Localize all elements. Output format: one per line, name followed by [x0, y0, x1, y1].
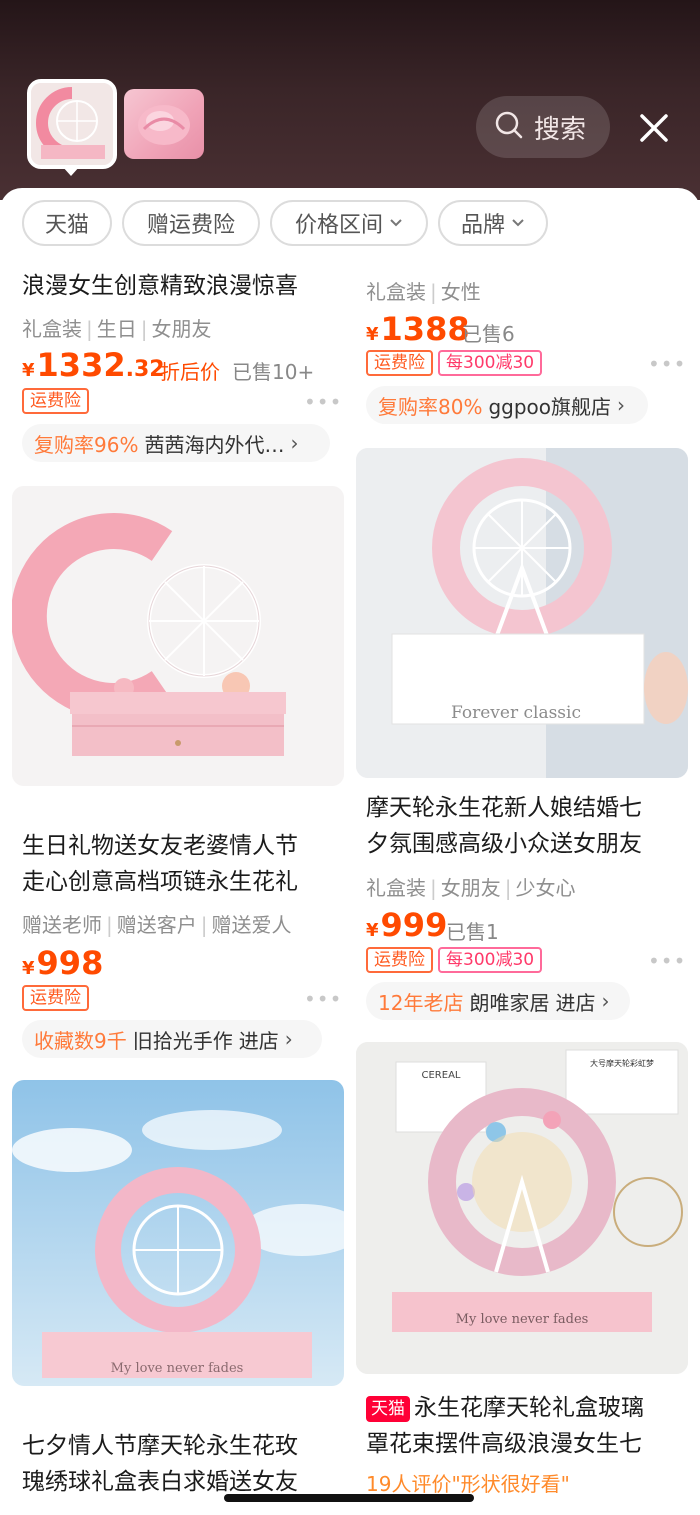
product-title[interactable]: 七夕情人节摩天轮永生花玫 瑰绣球礼盒表白求婚送女友	[22, 1428, 298, 1500]
product-price: ¥1388	[366, 310, 470, 348]
product-title[interactable]: 生日礼物送女友老婆情人节 走心创意高档项链永生花礼	[22, 828, 298, 900]
image-text: Forever classic	[451, 703, 581, 723]
price-decimal: .32	[125, 357, 165, 382]
shop-name: 茜茜海内外代…	[144, 432, 285, 457]
shipping-insurance-badge: 运费险	[366, 350, 433, 376]
sold-count: 已售1	[446, 920, 499, 944]
image-sign: CEREAL	[422, 1070, 461, 1081]
tag: 女性	[440, 280, 481, 304]
product-title[interactable]: 天猫 永生花摩天轮礼盒玻璃 罩花束摆件高级浪漫女生七	[366, 1390, 644, 1462]
filter-chip-label: 价格区间	[294, 213, 383, 238]
chevron-right-icon: ›	[284, 1027, 293, 1051]
product-tags: 礼盒装 | 女性	[366, 280, 481, 304]
filter-chip-tmall[interactable]: 天猫	[22, 200, 112, 246]
filter-chip-label: 品牌	[460, 213, 505, 238]
more-options-icon[interactable]: •••	[304, 987, 342, 1011]
product-price: ¥999	[366, 906, 448, 944]
image-text: My love never fades	[456, 1312, 589, 1327]
thumbnail-pointer	[62, 166, 80, 176]
sold-count: 已售10+	[232, 360, 315, 384]
search-button[interactable]: 搜索	[476, 96, 610, 158]
price-integer: 1388	[380, 310, 470, 348]
chevron-down-icon	[512, 219, 524, 227]
tag: 女朋友	[151, 317, 212, 341]
price-integer: 998	[36, 944, 104, 982]
shop-name: 朗唯家居	[469, 990, 550, 1015]
filter-bar: 天猫 赠运费险 价格区间 品牌	[0, 200, 700, 248]
shop-highlight: 12年老店	[378, 990, 464, 1015]
product-tags: 赠送老师 | 赠送客户 | 赠送爱人	[22, 913, 292, 937]
tmall-badge: 天猫	[366, 1395, 410, 1422]
product-tags: 礼盒装 | 女朋友 | 少女心	[366, 876, 576, 900]
title-line: 走心创意高档项链永生花礼	[22, 869, 298, 895]
tag: 女朋友	[440, 876, 501, 900]
title-line: 夕氛围感高级小众送女朋友	[366, 831, 642, 857]
chevron-right-icon: ›	[290, 431, 299, 455]
close-button[interactable]	[632, 106, 676, 150]
shop-highlight: 复购率80%	[378, 394, 483, 419]
title-line: 永生花摩天轮礼盒玻璃	[414, 1395, 644, 1421]
product-tags: 礼盒装 | 生日 | 女朋友	[22, 317, 212, 341]
price-integer: 1332	[36, 346, 126, 384]
tag: 赠送老师	[22, 913, 102, 937]
home-indicator	[224, 1494, 474, 1502]
review-summary: 19人评价"形状很好看"	[366, 1472, 570, 1496]
more-options-icon[interactable]: •••	[648, 352, 686, 376]
shipping-insurance-badge: 运费险	[22, 388, 89, 414]
title-line: 七夕情人节摩天轮永生花玫	[22, 1433, 298, 1459]
tag: 礼盒装	[22, 317, 82, 341]
search-label: 搜索	[534, 114, 587, 145]
tag: 赠送爱人	[211, 913, 292, 937]
filter-chip-label: 赠运费险	[146, 213, 235, 238]
coupon-badge: 每300减30	[438, 947, 543, 973]
product-image[interactable]: CEREAL 大号摩天轮彩虹梦 My love never fades	[356, 1042, 688, 1374]
search-icon	[494, 110, 524, 144]
shipping-insurance-badge: 运费险	[22, 985, 89, 1011]
product-title[interactable]: 浪漫女生创意精致浪漫惊喜	[22, 268, 298, 304]
title-line: 生日礼物送女友老婆情人节	[22, 833, 298, 859]
product-price: ¥998	[22, 944, 104, 982]
more-options-icon[interactable]: •••	[648, 949, 686, 973]
chevron-right-icon: ›	[601, 989, 610, 1013]
shop-highlight: 复购率96%	[34, 432, 139, 457]
filter-chip-brand[interactable]: 品牌	[438, 200, 548, 246]
shop-name: ggpoo旗舰店	[488, 394, 612, 419]
alternate-image-thumbnail[interactable]	[124, 89, 204, 159]
shop-link[interactable]: 12年老店 朗唯家居 进店 ›	[366, 982, 630, 1020]
filter-chip-shipping-insurance[interactable]: 赠运费险	[122, 200, 260, 246]
shipping-insurance-badge: 运费险	[366, 947, 433, 973]
product-image[interactable]: My love never fades	[12, 1080, 344, 1386]
close-icon	[640, 114, 668, 142]
product-image[interactable]	[12, 486, 344, 786]
selected-image-thumbnail[interactable]	[27, 79, 117, 169]
title-line: 摩天轮永生花新人娘结婚七	[366, 795, 642, 821]
shop-highlight: 收藏数9千	[34, 1028, 127, 1053]
filter-chip-price-range[interactable]: 价格区间	[270, 200, 428, 246]
shop-link[interactable]: 复购率96% 茜茜海内外代… ›	[22, 424, 330, 462]
chevron-right-icon: ›	[617, 393, 626, 417]
title-line: 罩花束摆件高级浪漫女生七	[366, 1431, 642, 1457]
image-card-title: 大号摩天轮彩虹梦	[590, 1058, 654, 1068]
tag: 生日	[96, 317, 137, 341]
tag: 少女心	[515, 876, 576, 900]
shop-link[interactable]: 复购率80% ggpoo旗舰店 ›	[366, 386, 648, 424]
more-options-icon[interactable]: •••	[304, 390, 342, 414]
coupon-badge: 每300减30	[438, 350, 543, 376]
tag: 礼盒装	[366, 876, 426, 900]
enter-shop-label: 进店	[238, 1028, 279, 1053]
shop-name: 旧拾光手作	[132, 1028, 233, 1053]
filter-chip-label: 天猫	[44, 213, 89, 238]
enter-shop-label: 进店	[555, 990, 596, 1015]
tag: 礼盒装	[366, 280, 426, 304]
product-image[interactable]: Forever classic	[356, 448, 688, 778]
chevron-down-icon	[390, 219, 402, 227]
price-integer: 999	[380, 906, 448, 944]
product-title[interactable]: 摩天轮永生花新人娘结婚七 夕氛围感高级小众送女朋友	[366, 790, 642, 862]
price-note: 折后价	[160, 360, 220, 384]
sold-count: 已售6	[462, 322, 515, 346]
product-price: ¥1332.32	[22, 346, 165, 384]
image-text: My love never fades	[111, 1361, 244, 1376]
shop-link[interactable]: 收藏数9千 旧拾光手作 进店 ›	[22, 1020, 322, 1058]
tag: 赠送客户	[116, 913, 197, 937]
